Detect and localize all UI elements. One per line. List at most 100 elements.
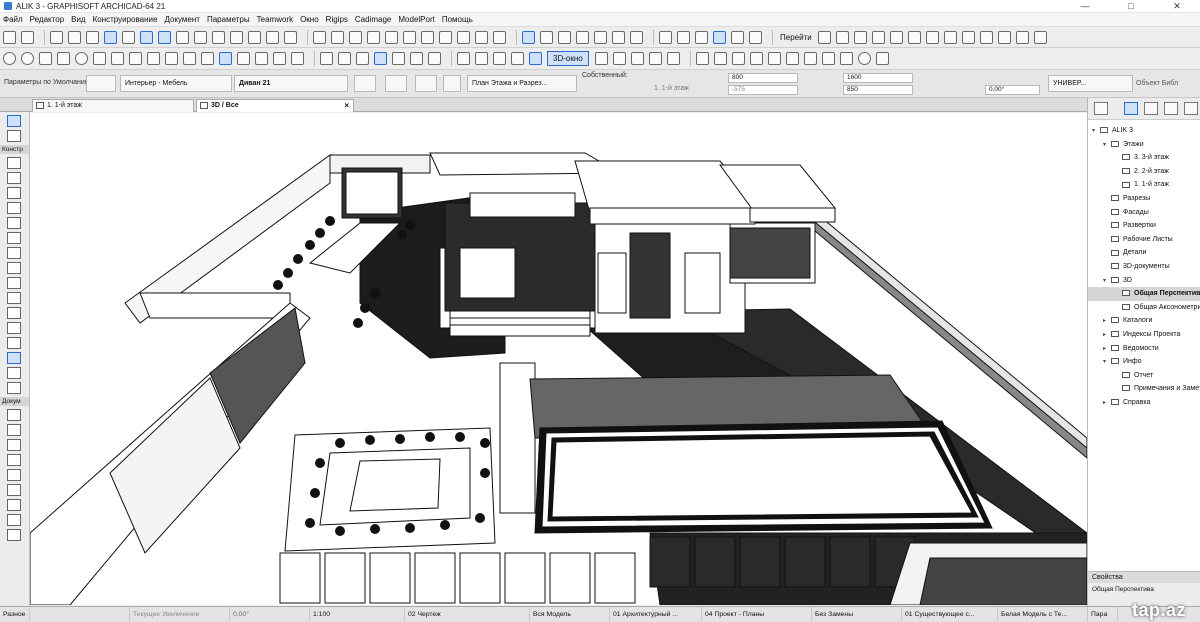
ungroup-icon[interactable] (248, 30, 261, 44)
expand-arrow-icon[interactable]: ▾ (1103, 275, 1111, 288)
materials-icon[interactable] (803, 52, 817, 65)
menu-window[interactable]: Окно (300, 15, 319, 24)
next-zoom-icon[interactable] (111, 52, 124, 65)
object-settings-button[interactable] (354, 75, 376, 92)
split-icon[interactable] (457, 30, 470, 44)
options-icon[interactable] (875, 52, 889, 65)
rotate-icon[interactable] (331, 30, 344, 44)
drag-icon[interactable] (313, 30, 326, 44)
offset-field[interactable]: -575 (728, 85, 798, 95)
layer-icon[interactable] (176, 30, 189, 44)
unlock-icon[interactable] (284, 30, 297, 44)
pencil-icon[interactable] (338, 52, 351, 65)
grid-snap-icon[interactable] (194, 30, 207, 44)
tree-item[interactable]: ▸ Справка (1088, 396, 1200, 410)
tree-item[interactable]: Разрезы (1088, 192, 1200, 206)
curtain-wall-icon[interactable] (558, 30, 571, 44)
tree-item[interactable]: Развертки (1088, 219, 1200, 233)
camera-icon[interactable] (666, 52, 680, 65)
3d-window-icon[interactable] (529, 52, 542, 65)
zoom-icon[interactable] (853, 30, 867, 44)
wall-tool-icon[interactable] (7, 157, 21, 169)
pen-set-dropdown[interactable]: 01 Архитектурный ... (610, 607, 702, 622)
object-icon-dropdown[interactable] (86, 75, 116, 92)
offset-icon[interactable] (385, 30, 398, 44)
pan-icon[interactable] (57, 52, 70, 65)
inject-icon[interactable] (68, 30, 81, 44)
tree-item[interactable]: Фасады (1088, 206, 1200, 220)
tree-item[interactable]: ▾ Этажи (1088, 138, 1200, 152)
text-tool-icon[interactable] (7, 439, 21, 451)
marquee-icon[interactable] (291, 52, 304, 65)
cutaway-icon[interactable] (785, 52, 799, 65)
intersect-icon[interactable] (493, 30, 506, 44)
expand-arrow-icon[interactable]: ▾ (1103, 139, 1111, 152)
door-tool-icon[interactable] (7, 172, 21, 184)
depth-field[interactable]: 850 (843, 85, 913, 95)
send-icon[interactable] (943, 30, 957, 44)
model-filter-dropdown[interactable]: Вся Модель (530, 607, 610, 622)
zoom-in-icon[interactable] (3, 52, 16, 65)
walk-icon[interactable] (630, 52, 644, 65)
orbit-icon[interactable] (75, 52, 88, 65)
tree-item[interactable]: ▾ Инфо (1088, 355, 1200, 369)
pen-icon[interactable] (320, 52, 333, 65)
settings-icon[interactable] (1033, 30, 1047, 44)
column-tool-icon[interactable] (7, 202, 21, 214)
slab-tool-icon[interactable] (7, 232, 21, 244)
suspend-groups-icon[interactable] (212, 30, 225, 44)
fit-window-icon[interactable] (39, 52, 52, 65)
go-forward-icon[interactable] (835, 30, 849, 44)
graphic-override-dropdown[interactable]: Без Замены (812, 607, 902, 622)
level-icon[interactable] (475, 52, 488, 65)
previous-zoom-icon[interactable] (93, 52, 106, 65)
menu-design[interactable]: Конструирование (93, 15, 158, 24)
zoom-dropdown-icon[interactable] (30, 607, 130, 622)
line-type-icon[interactable] (374, 52, 387, 65)
3d-viewport[interactable] (30, 113, 1087, 605)
adjust-icon[interactable] (475, 30, 488, 44)
mesh-tool-icon[interactable] (7, 307, 21, 319)
arc-tool-icon[interactable] (7, 499, 21, 511)
tree-item[interactable]: 3. 3-й этаж (1088, 151, 1200, 165)
object-name-dropdown[interactable]: Диван 21 (234, 75, 348, 92)
expand-arrow-icon[interactable]: ▾ (1103, 356, 1111, 369)
expand-arrow-icon[interactable]: ▾ (1092, 125, 1100, 138)
go-back-icon[interactable] (817, 30, 831, 44)
dropdown-arrow-icon[interactable] (677, 30, 690, 44)
drawing-tool-icon[interactable] (7, 529, 21, 541)
publish-icon[interactable] (907, 30, 921, 44)
floor-plan-display-dropdown[interactable]: План Этажа и Разрез... (467, 75, 577, 92)
hotspot-icon[interactable] (428, 52, 441, 65)
spline-icon[interactable] (410, 52, 423, 65)
railing-tool-icon[interactable] (7, 262, 21, 274)
fill-tool-icon[interactable] (7, 469, 21, 481)
trace-icon[interactable] (871, 30, 885, 44)
rotate-orthogonal-icon[interactable] (237, 52, 250, 65)
3d-window-button[interactable]: 3D-окно (547, 51, 589, 66)
tree-item[interactable]: 2. 2-й этаж (1088, 165, 1200, 179)
snap-guides-icon[interactable] (104, 30, 117, 44)
height-field[interactable]: 1600 (843, 73, 913, 83)
contours-icon[interactable] (767, 52, 781, 65)
tree-item[interactable]: 3D-документы (1088, 260, 1200, 274)
render-icon[interactable] (731, 30, 744, 44)
bound-icon[interactable] (201, 52, 214, 65)
tree-item[interactable]: Общая Аксонометрия (1088, 301, 1200, 315)
axonometry-icon[interactable] (612, 52, 626, 65)
section-icon[interactable] (695, 30, 708, 44)
maximize-button[interactable]: □ (1108, 0, 1154, 13)
properties-header[interactable]: Свойства (1088, 572, 1200, 583)
lamp-tool-icon[interactable] (7, 382, 21, 394)
publisher-sets-icon[interactable] (1184, 102, 1198, 115)
object-tool-icon[interactable] (7, 352, 21, 364)
geometry-method-button[interactable] (385, 75, 407, 92)
scale-dropdown[interactable]: 1:100 (310, 607, 405, 622)
tree-item[interactable]: ▾ ALIK 3 (1088, 124, 1200, 138)
polyline-tool-icon[interactable] (7, 514, 21, 526)
universal-button[interactable]: УНИВЕР... (1048, 75, 1133, 92)
column-display-icon[interactable] (576, 30, 589, 44)
undo-icon[interactable] (3, 30, 16, 44)
project-map-icon[interactable] (1124, 102, 1138, 115)
document-group-header[interactable]: Докум (0, 397, 29, 406)
